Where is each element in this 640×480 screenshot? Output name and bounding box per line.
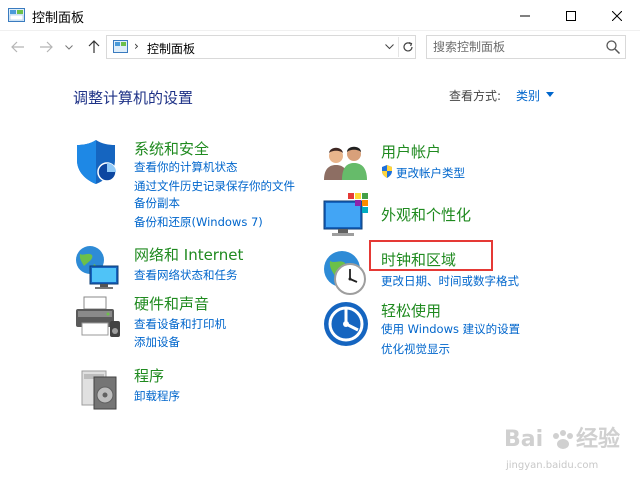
printer-icon[interactable] <box>74 293 122 341</box>
baidu-watermark: Bai 经验 jingyan.baidu.com <box>504 426 620 471</box>
maximize-button[interactable] <box>548 0 594 31</box>
category-title[interactable]: 用户帐户 <box>381 141 441 162</box>
category-user-accounts: 用户帐户 更改帐户类型 <box>322 140 562 184</box>
navigation-bar: › 控制面板 <box>0 32 640 62</box>
up-button[interactable] <box>84 37 104 57</box>
watermark-url: jingyan.baidu.com <box>505 460 598 471</box>
refresh-button[interactable] <box>398 37 416 57</box>
view-by-dropdown[interactable]: 类别 <box>516 87 540 104</box>
programs-icon[interactable] <box>74 365 122 413</box>
category-link[interactable]: 通过文件历史记录保存你的文件 <box>134 178 295 194</box>
category-title[interactable]: 系统和安全 <box>134 138 209 159</box>
shield-icon[interactable] <box>74 138 122 186</box>
breadcrumb-separator[interactable]: › <box>134 39 139 53</box>
category-system-security: 系统和安全 查看你的计算机状态 通过文件历史记录保存你的文件 备份副本 备份和还… <box>74 138 314 238</box>
category-link[interactable]: 更改日期、时间或数字格式 <box>381 273 519 289</box>
breadcrumb-item[interactable]: 控制面板 <box>147 40 195 57</box>
view-by-label: 查看方式: <box>449 89 502 103</box>
ease-of-access-icon[interactable] <box>322 300 370 348</box>
category-link[interactable]: 更改帐户类型 <box>396 165 465 181</box>
control-panel-icon <box>113 40 128 53</box>
minimize-icon <box>520 15 530 16</box>
recent-locations-button[interactable] <box>62 37 76 57</box>
arrow-left-icon <box>11 41 24 53</box>
watermark-brand-suffix: 经验 <box>576 426 620 452</box>
watermark-brand: Bai <box>504 427 543 452</box>
monitor-palette-icon[interactable] <box>322 193 370 241</box>
category-title[interactable]: 外观和个性化 <box>381 204 471 225</box>
category-link[interactable]: 查看设备和打印机 <box>134 316 226 332</box>
category-link[interactable]: 使用 Windows 建议的设置 <box>381 321 520 337</box>
title-bar: 控制面板 <box>0 0 640 31</box>
category-hardware-sound: 硬件和声音 查看设备和打印机 添加设备 <box>74 293 314 353</box>
uac-shield-icon <box>382 165 392 178</box>
category-link[interactable]: 添加设备 <box>134 334 180 350</box>
search-box[interactable] <box>426 35 626 59</box>
minimize-button[interactable] <box>502 0 548 31</box>
category-programs: 程序 卸载程序 <box>74 365 314 413</box>
search-input[interactable] <box>433 38 598 56</box>
maximize-icon <box>566 10 576 21</box>
back-button[interactable] <box>8 37 28 57</box>
highlight-box <box>369 240 493 271</box>
close-icon <box>612 10 622 21</box>
network-globe-icon[interactable] <box>74 244 122 292</box>
category-link[interactable]: 备份副本 <box>134 195 180 211</box>
category-link[interactable]: 查看网络状态和任务 <box>134 267 238 283</box>
category-link[interactable]: 卸载程序 <box>134 388 180 404</box>
page-title: 调整计算机的设置 <box>73 89 194 107</box>
arrow-right-icon <box>40 41 53 53</box>
chevron-down-icon <box>65 44 73 50</box>
paw-icon <box>553 430 573 449</box>
refresh-icon <box>402 41 413 52</box>
search-icon[interactable] <box>605 39 621 55</box>
category-network: 网络和 Internet 查看网络状态和任务 <box>74 244 314 289</box>
category-title[interactable]: 轻松使用 <box>381 300 441 321</box>
category-link[interactable]: 优化视觉显示 <box>381 341 450 357</box>
control-panel-icon <box>8 8 25 22</box>
close-button[interactable] <box>594 0 640 31</box>
category-title[interactable]: 硬件和声音 <box>134 293 209 314</box>
category-title[interactable]: 网络和 Internet <box>134 244 243 265</box>
address-dropdown-button[interactable] <box>381 38 397 56</box>
users-icon[interactable] <box>322 140 370 188</box>
category-ease-of-access: 轻松使用 使用 Windows 建议的设置 优化视觉显示 <box>322 300 562 360</box>
caret-down-icon[interactable] <box>546 92 554 97</box>
category-appearance: 外观和个性化 <box>322 193 562 241</box>
category-link[interactable]: 查看你的计算机状态 <box>134 159 238 175</box>
window-title: 控制面板 <box>32 11 85 26</box>
arrow-up-icon <box>88 40 100 53</box>
category-link[interactable]: 备份和还原(Windows 7) <box>134 214 263 230</box>
chevron-down-icon <box>384 44 394 50</box>
address-bar[interactable]: › 控制面板 <box>106 35 416 59</box>
clock-globe-icon[interactable] <box>322 249 370 297</box>
forward-button[interactable] <box>36 37 56 57</box>
category-title[interactable]: 程序 <box>134 365 164 386</box>
